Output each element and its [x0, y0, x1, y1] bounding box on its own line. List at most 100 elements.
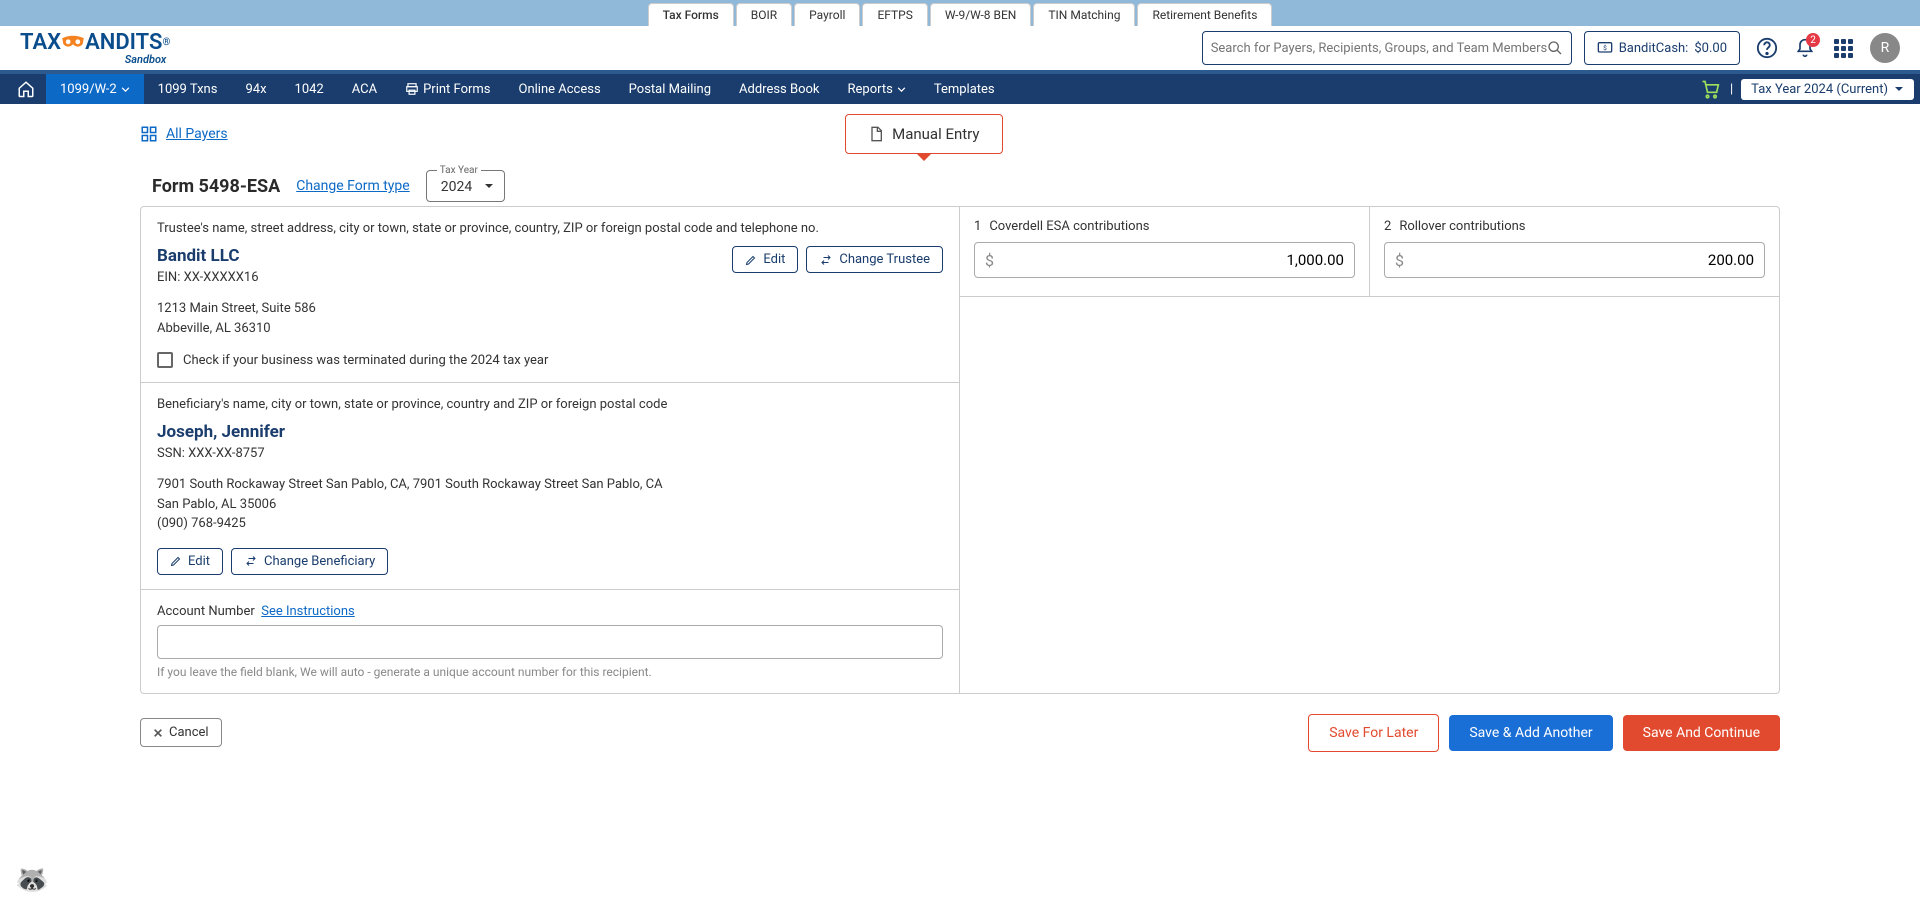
nav-1042[interactable]: 1042	[281, 74, 338, 104]
edit-beneficiary-button[interactable]: Edit	[157, 548, 223, 575]
chevron-down-icon	[121, 87, 130, 92]
tax-year-select[interactable]: Tax Year 2024 (Current)	[1741, 79, 1914, 100]
top-tab-boir[interactable]: BOIR	[736, 3, 792, 26]
logo[interactable]: TAX ANDITS ® Sandbox	[20, 32, 170, 65]
chevron-down-icon	[897, 87, 906, 92]
change-beneficiary-button[interactable]: Change Beneficiary	[231, 548, 388, 575]
search-icon[interactable]	[1547, 40, 1563, 56]
cart-icon[interactable]	[1700, 79, 1720, 99]
nav-reports[interactable]: Reports	[834, 74, 920, 104]
nav-1099-w2[interactable]: 1099/W-2	[46, 74, 144, 104]
beneficiary-addr1: 7901 South Rockaway Street San Pablo, CA…	[157, 475, 943, 495]
field-2-input-wrap[interactable]: $	[1384, 242, 1765, 278]
nav-1099-txns[interactable]: 1099 Txns	[144, 74, 232, 104]
pencil-icon	[170, 555, 182, 567]
bell-icon[interactable]: 2	[1794, 37, 1816, 59]
top-tab-eftps[interactable]: EFTPS	[862, 3, 927, 26]
form-year-select[interactable]: Tax Year 2024	[426, 170, 505, 202]
edit-trustee-button[interactable]: Edit	[732, 246, 798, 273]
account-number-input[interactable]	[157, 625, 943, 659]
bandit-cash-amount: $0.00	[1694, 41, 1727, 56]
trustee-section-label: Trustee's name, street address, city or …	[157, 221, 943, 236]
cancel-button[interactable]: Cancel	[140, 718, 222, 747]
nav-home[interactable]	[6, 74, 46, 104]
field-2-box: 2 Rollover contributions $	[1370, 207, 1779, 297]
field-1-box: 1 Coverdell ESA contributions $	[960, 207, 1370, 297]
field-1-input-wrap[interactable]: $	[974, 242, 1355, 278]
nav-aca[interactable]: ACA	[338, 74, 391, 104]
terminated-checkbox[interactable]	[157, 352, 173, 368]
avatar[interactable]: R	[1870, 33, 1900, 63]
brand-sub: Sandbox	[20, 54, 170, 65]
trustee-addr1: 1213 Main Street, Suite 586	[157, 299, 943, 319]
notif-badge: 2	[1806, 33, 1820, 47]
help-icon[interactable]	[1756, 37, 1778, 59]
search-input[interactable]	[1211, 41, 1547, 56]
top-tab-payroll[interactable]: Payroll	[794, 3, 860, 26]
beneficiary-name: Joseph, Jennifer	[157, 422, 943, 442]
beneficiary-section: Beneficiary's name, city or town, state …	[141, 382, 959, 589]
print-icon	[405, 82, 419, 96]
nav-address-book[interactable]: Address Book	[725, 74, 833, 104]
manual-entry-tab[interactable]: Manual Entry	[845, 114, 1002, 154]
top-tab-w9w8[interactable]: W-9/W-8 BEN	[930, 3, 1032, 26]
svg-text:$: $	[1603, 44, 1607, 52]
nav-print-forms[interactable]: Print Forms	[391, 74, 504, 104]
terminated-checkbox-label: Check if your business was terminated du…	[183, 353, 548, 368]
home-icon	[17, 80, 35, 98]
trustee-ein: EIN: XX-XXXXX16	[157, 270, 259, 285]
nav-online-access[interactable]: Online Access	[505, 74, 615, 104]
nav-templates[interactable]: Templates	[920, 74, 1009, 104]
see-instructions-link[interactable]: See Instructions	[261, 604, 355, 619]
pencil-icon	[745, 254, 757, 266]
form-title: Form 5498-ESA	[152, 176, 280, 197]
grid-icon	[140, 125, 158, 143]
nav-94x[interactable]: 94x	[231, 74, 280, 104]
brand-reg: ®	[162, 38, 170, 48]
all-payers-link[interactable]: All Payers	[140, 125, 228, 143]
change-form-type-link[interactable]: Change Form type	[296, 178, 410, 194]
chevron-down-icon	[484, 183, 494, 189]
field-2-num: 2	[1384, 219, 1391, 234]
brand-tax: TAX	[20, 32, 61, 54]
field-1-input[interactable]	[994, 251, 1344, 269]
swap-icon	[244, 555, 258, 567]
save-and-continue-button[interactable]: Save And Continue	[1623, 715, 1780, 751]
field-1-label: Coverdell ESA contributions	[989, 219, 1149, 234]
top-tab-tax-forms[interactable]: Tax Forms	[648, 3, 734, 26]
beneficiary-addr2: San Pablo, AL 35006	[157, 495, 943, 515]
account-number-label: Account Number	[157, 604, 255, 619]
field-2-input[interactable]	[1404, 251, 1754, 269]
bandit-cash-label: BanditCash:	[1619, 41, 1689, 56]
account-section: Account Number See Instructions If you l…	[141, 589, 959, 693]
beneficiary-ssn: SSN: XXX-XX-8757	[157, 446, 943, 461]
save-add-another-button[interactable]: Save & Add Another	[1449, 715, 1612, 751]
field-1-num: 1	[974, 219, 981, 234]
bandit-cash[interactable]: $ BanditCash: $0.00	[1584, 31, 1740, 65]
brand-andits: ANDITS	[85, 32, 162, 54]
search-box[interactable]	[1202, 31, 1572, 65]
trustee-addr2: Abbeville, AL 36310	[157, 319, 943, 339]
swap-icon	[819, 254, 833, 266]
top-tab-tin[interactable]: TIN Matching	[1033, 3, 1135, 26]
top-tabs: Tax Forms BOIR Payroll EFTPS W-9/W-8 BEN…	[0, 0, 1920, 26]
beneficiary-section-label: Beneficiary's name, city or town, state …	[157, 397, 943, 412]
dollar-icon: $	[1395, 251, 1404, 270]
form-card: Trustee's name, street address, city or …	[140, 206, 1780, 694]
chevron-down-icon	[1894, 86, 1904, 92]
form-year-label: Tax Year	[437, 165, 481, 176]
top-tab-retirement[interactable]: Retirement Benefits	[1137, 3, 1272, 26]
apps-icon[interactable]	[1832, 37, 1854, 59]
account-hint: If you leave the field blank, We will au…	[157, 665, 943, 679]
nav-postal-mailing[interactable]: Postal Mailing	[615, 74, 725, 104]
save-for-later-button[interactable]: Save For Later	[1308, 714, 1439, 752]
header: TAX ANDITS ® Sandbox $ BanditCash: $0.00…	[0, 26, 1920, 74]
change-trustee-button[interactable]: Change Trustee	[806, 246, 943, 273]
mask-icon	[61, 35, 85, 51]
trustee-name: Bandit LLC	[157, 246, 259, 266]
cash-icon: $	[1597, 41, 1613, 55]
beneficiary-phone: (090) 768-9425	[157, 514, 943, 534]
mascot-icon[interactable]: 🦝	[10, 857, 54, 901]
trustee-section: Trustee's name, street address, city or …	[141, 207, 959, 382]
field-2-label: Rollover contributions	[1399, 219, 1525, 234]
